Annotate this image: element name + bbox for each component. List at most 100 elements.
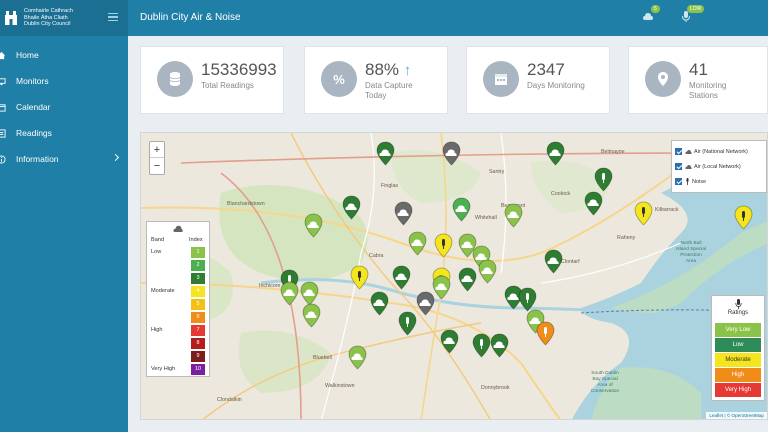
layer-toggle-noise[interactable]: Noise (675, 174, 763, 189)
noise-ratings-legend: Ratings Very Low Low Moderate High Very High (711, 295, 765, 401)
place-label: Donnybrook (481, 385, 510, 391)
sidebar-item-information[interactable]: Information (0, 146, 128, 172)
checkbox-checked-icon[interactable] (675, 163, 682, 170)
menu-toggle-icon[interactable] (108, 13, 118, 21)
air-station-marker[interactable] (304, 213, 323, 243)
air-station-marker[interactable] (416, 291, 435, 321)
cloud-icon (685, 164, 692, 169)
stat-label: Days Monitoring (527, 81, 585, 90)
zoom-out-button[interactable]: − (150, 158, 164, 174)
air-station-marker[interactable] (370, 291, 389, 321)
noise-station-marker[interactable] (434, 233, 453, 263)
band-row: 8 (147, 337, 209, 350)
layer-label: Air (National Network) (694, 148, 748, 155)
sidebar-item-label: Calendar (16, 102, 51, 112)
band-index-box: 4 (191, 286, 205, 297)
noise-station-marker[interactable] (634, 201, 653, 231)
layer-toggle-air-local[interactable]: Air (Local Network) (675, 159, 763, 174)
sidebar-item-label: Home (16, 50, 39, 60)
database-icon (157, 61, 193, 97)
place-label: Bluebell (313, 355, 332, 361)
stat-card-total-readings: 15336993 Total Readings (140, 46, 284, 114)
noise-alert-button[interactable]: LOW (680, 5, 705, 26)
air-station-marker[interactable] (458, 267, 477, 297)
stat-label: Total Readings (201, 81, 254, 90)
air-station-marker[interactable] (490, 333, 509, 363)
place-label: Blanchardstown (227, 201, 265, 207)
checkbox-checked-icon[interactable] (675, 148, 682, 155)
band-index-box: 5 (191, 299, 205, 310)
air-station-marker[interactable] (546, 141, 565, 171)
band-row: 9 (147, 350, 209, 363)
sidebar-item-monitors[interactable]: Monitors (0, 68, 128, 94)
noise-station-marker[interactable] (734, 205, 753, 235)
air-station-marker[interactable] (584, 191, 603, 221)
zoom-control: + − (149, 141, 165, 175)
air-station-marker[interactable] (440, 329, 459, 359)
air-station-marker[interactable] (442, 141, 461, 171)
rating-swatch: Very High (715, 383, 761, 397)
zoom-in-button[interactable]: + (150, 142, 164, 158)
place-label: Clondalkin (217, 397, 242, 403)
layer-toggle-air-national[interactable]: Air (National Network) (675, 144, 763, 159)
sidebar: Comhairle Cathrach Bhaile Átha Cliath Du… (0, 0, 128, 432)
place-label: Clontarf (561, 259, 580, 265)
noise-badge: LOW (687, 5, 705, 13)
sidebar-item-home[interactable]: Home (0, 42, 128, 68)
noise-station-marker[interactable] (398, 311, 417, 341)
noise-station-marker[interactable] (350, 265, 369, 295)
air-quality-band-legend: Band Index Low 1 2 3 Moderate 4 5 6 High 7 8 9 Very … (146, 221, 210, 377)
station-map[interactable]: Finglas Blanchardstown Santry Coolock Be… (140, 132, 768, 420)
band-index-box: 9 (191, 351, 205, 362)
band-index-box: 2 (191, 260, 205, 271)
sidebar-item-calendar[interactable]: Calendar (0, 94, 128, 120)
stat-card-days-monitoring: 2347 Days Monitoring (466, 46, 610, 114)
air-station-marker[interactable] (342, 195, 361, 225)
rating-swatch: Moderate (715, 353, 761, 367)
air-station-marker[interactable] (392, 265, 411, 295)
band-row: 3 (147, 272, 209, 285)
air-station-marker[interactable] (452, 197, 471, 227)
stat-label: Data Capture Today (365, 81, 413, 101)
place-label: Belmayne (601, 149, 625, 155)
readings-icon (0, 128, 6, 138)
air-station-marker[interactable] (478, 259, 497, 289)
band-row: Low 1 (147, 246, 209, 259)
cloud-icon (643, 13, 653, 20)
council-name-line: Dublin City Council (24, 21, 71, 28)
air-station-marker[interactable] (504, 203, 523, 233)
stat-label: Monitoring Stations (689, 81, 726, 101)
air-station-marker[interactable] (544, 249, 563, 279)
calendar-icon (483, 61, 519, 97)
stat-label-line: Monitoring (689, 81, 727, 90)
map-attribution[interactable]: Leaflet | © OpenStreetMap (706, 412, 767, 419)
sidebar-item-readings[interactable]: Readings (0, 120, 128, 146)
rating-swatch: Very Low (715, 323, 761, 337)
noise-station-marker[interactable] (536, 321, 555, 351)
stat-card-monitoring-stations: 41 Monitoring Stations (628, 46, 768, 114)
air-alert-button[interactable]: 5 (642, 5, 660, 26)
air-station-marker[interactable] (408, 231, 427, 261)
air-station-marker[interactable] (348, 345, 367, 375)
air-station-marker[interactable] (280, 281, 299, 311)
band-index-box: 1 (191, 247, 205, 258)
band-index-box: 8 (191, 338, 205, 349)
air-station-marker[interactable] (376, 141, 395, 171)
area-label-south-dublin-bay: South Dublin Bay Special Area of Conserv… (577, 371, 633, 395)
band-row: 5 (147, 298, 209, 311)
stat-label-line: Today (365, 91, 387, 100)
rating-swatch: Low (715, 338, 761, 352)
band-index-box: 3 (191, 273, 205, 284)
place-label: Coolock (551, 191, 571, 197)
stat-card-data-capture: % 88% ↑ Data Capture Today (304, 46, 448, 114)
stat-label-line: Stations (689, 91, 718, 100)
air-station-marker[interactable] (394, 201, 413, 231)
noise-station-marker[interactable] (472, 333, 491, 363)
air-station-marker[interactable] (302, 303, 321, 333)
band-rows: Low 1 2 3 Moderate 4 5 6 High 7 8 9 Very High 10 (147, 246, 209, 376)
band-name: High (151, 327, 163, 333)
checkbox-checked-icon[interactable] (675, 178, 682, 185)
sidebar-item-label: Readings (16, 128, 52, 138)
index-column-header: Index (189, 237, 203, 243)
band-index-box: 10 (191, 364, 205, 375)
